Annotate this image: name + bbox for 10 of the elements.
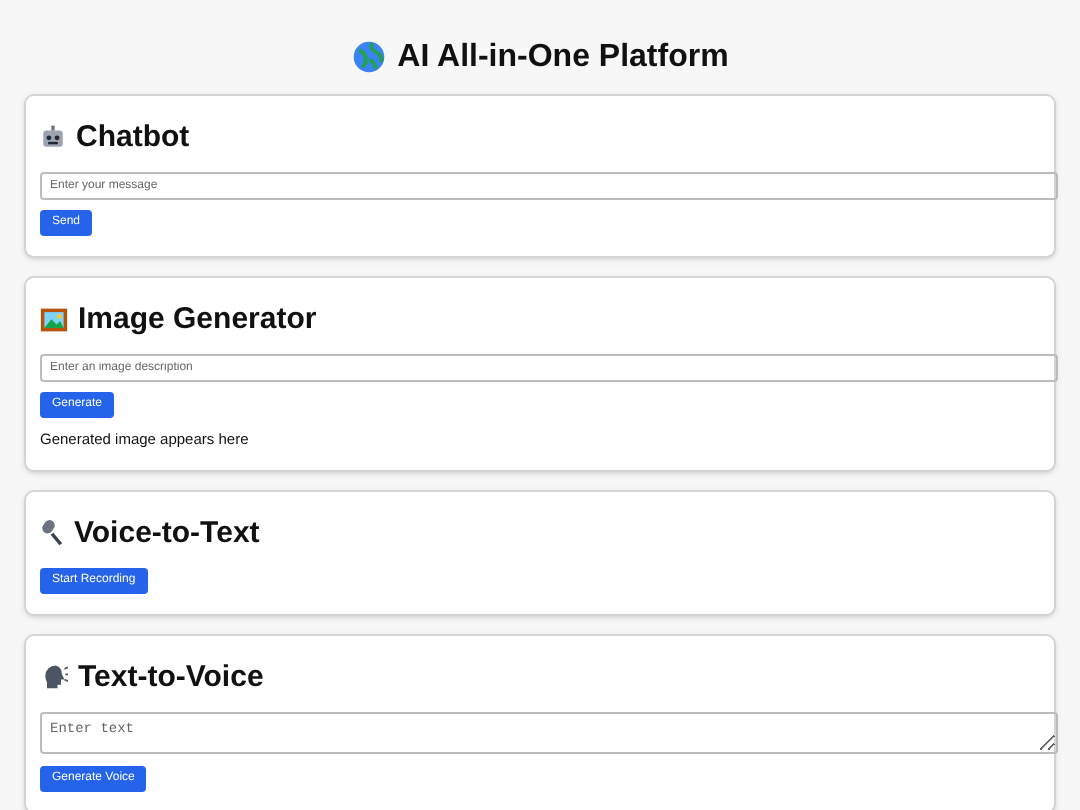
page-title: AI All-in-One Platform [397, 41, 729, 73]
section-heading: Text-to-Voice [78, 661, 264, 691]
robot-icon [40, 124, 66, 150]
globe-icon [351, 40, 386, 74]
section-heading: Image Generator [78, 304, 317, 334]
section-heading: Voice-to-Text [74, 517, 260, 547]
section-heading: Chatbot [76, 122, 190, 152]
framed-picture-icon [40, 305, 68, 333]
speaking-head-icon [40, 662, 68, 690]
microphone-icon [40, 518, 64, 546]
